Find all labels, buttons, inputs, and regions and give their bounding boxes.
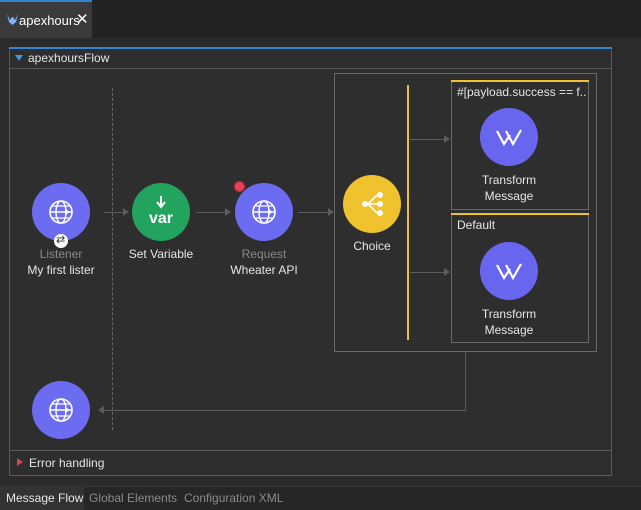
tab-global-elements[interactable]: Global Elements <box>89 491 177 505</box>
connector-listener-setvar <box>104 212 123 213</box>
choice-caption: Choice <box>332 238 412 254</box>
collapse-triangle-icon[interactable] <box>15 55 23 61</box>
choice-router-bar <box>407 85 409 340</box>
transform-message-node-1[interactable] <box>480 108 538 166</box>
editor-tab-apexhours[interactable]: apexhours ✕ <box>0 0 92 38</box>
transform-message-line2: Message <box>484 323 534 337</box>
error-handling-section[interactable]: Error handling <box>9 451 612 476</box>
transform-message-line2: Message <box>484 189 534 203</box>
editor-tab-label: apexhours <box>19 13 80 28</box>
set-variable-caption: Set Variable <box>116 246 206 262</box>
transform-message-line1: Transform <box>481 307 537 321</box>
choice-branch-icon <box>362 192 383 216</box>
choice-node[interactable] <box>343 175 401 233</box>
connector-arrowhead <box>225 208 231 216</box>
error-marker-icon[interactable] <box>235 182 244 191</box>
flow-header-divider <box>10 68 611 69</box>
request-caption: Request Wheater API <box>219 246 309 278</box>
route-default-marker <box>451 213 589 215</box>
http-request-icon <box>252 200 276 224</box>
tab-message-flow[interactable]: Message Flow <box>6 491 83 505</box>
listener-caption: Listener My first lister <box>16 246 106 278</box>
editor-tab-strip: apexhours ✕ <box>0 0 641 38</box>
return-arrowhead <box>98 406 104 414</box>
transform-message-line1: Transform <box>481 173 537 187</box>
flow-header[interactable]: apexhoursFlow <box>9 47 612 68</box>
request-name-label: Wheater API <box>230 263 298 277</box>
set-variable-icon-text: var <box>148 210 174 227</box>
http-globe-icon <box>49 398 73 422</box>
mule-config-icon <box>7 14 18 25</box>
tab-configuration-xml[interactable]: Configuration XML <box>184 491 283 505</box>
return-path-horizontal <box>104 410 466 411</box>
route-when-expression: #[payload.success == f... <box>457 85 587 99</box>
transform-message-node-2[interactable] <box>480 242 538 300</box>
transform-message-caption-1: Transform Message <box>469 172 549 204</box>
choice-name-label: Choice <box>353 239 391 253</box>
listener-type-label: Listener <box>39 247 83 261</box>
flow-title: apexhoursFlow <box>28 51 110 65</box>
source-separator-line <box>112 88 113 430</box>
request-type-label: Request <box>241 247 287 261</box>
connector-setvar-request <box>196 212 225 213</box>
listener-response-node[interactable] <box>32 381 90 439</box>
connector-request-choice <box>298 212 328 213</box>
route-default-label: Default <box>457 218 496 232</box>
route-when-marker <box>451 80 589 82</box>
transform-message-icon <box>496 129 522 147</box>
transform-message-caption-2: Transform Message <box>469 306 549 338</box>
set-variable-name-label: Set Variable <box>128 247 194 261</box>
request-node[interactable] <box>235 183 293 241</box>
close-icon[interactable]: ✕ <box>76 12 89 27</box>
return-path-vertical <box>465 352 466 410</box>
listener-name-label: My first lister <box>27 263 95 277</box>
transform-message-icon <box>496 263 522 281</box>
error-handling-label: Error handling <box>29 456 105 470</box>
set-variable-node[interactable]: var <box>132 183 190 241</box>
expand-triangle-icon[interactable] <box>17 458 23 466</box>
connector-arrowhead <box>123 208 129 216</box>
